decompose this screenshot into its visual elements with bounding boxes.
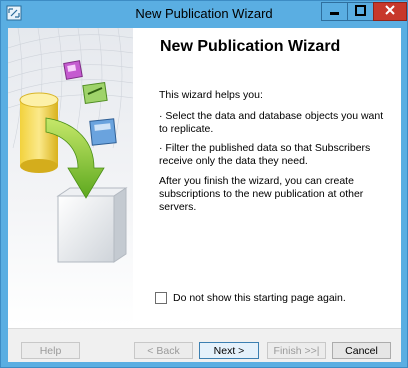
cancel-button[interactable]: Cancel [332,342,391,359]
finish-button[interactable]: Finish >>| [267,342,326,359]
do-not-show-checkbox[interactable] [155,292,167,304]
page-heading: New Publication Wizard [160,38,341,55]
next-button[interactable]: Next > [199,342,259,359]
wizard-window: New Publication Wizard New Publication W… [0,0,408,368]
bullet-select-data: · Select the data and database objects y… [159,110,384,135]
closing-text: After you finish the wizard, you can cre… [159,175,364,213]
title-bar[interactable]: New Publication Wizard [1,1,407,27]
minimize-button[interactable] [321,2,348,21]
close-icon [384,4,396,19]
do-not-show-label[interactable]: Do not show this starting page again. [173,292,346,304]
wizard-client-area: New Publication Wizard This wizard helps… [8,28,401,362]
do-not-show-option[interactable]: Do not show this starting page again. [155,292,346,304]
maximize-button[interactable] [347,2,374,21]
button-bar: Help < Back Next > Finish >>| Cancel [8,328,401,362]
bullet-filter-data: · Filter the published data so that Subs… [159,142,371,167]
help-button[interactable]: Help [21,342,80,359]
maximize-icon [355,4,366,19]
back-button[interactable]: < Back [134,342,193,359]
intro-text: This wizard helps you: [159,89,263,101]
close-button[interactable] [373,2,407,21]
wizard-content: New Publication Wizard [159,38,391,56]
wizard-illustration [8,28,133,326]
minimize-icon [329,5,340,19]
